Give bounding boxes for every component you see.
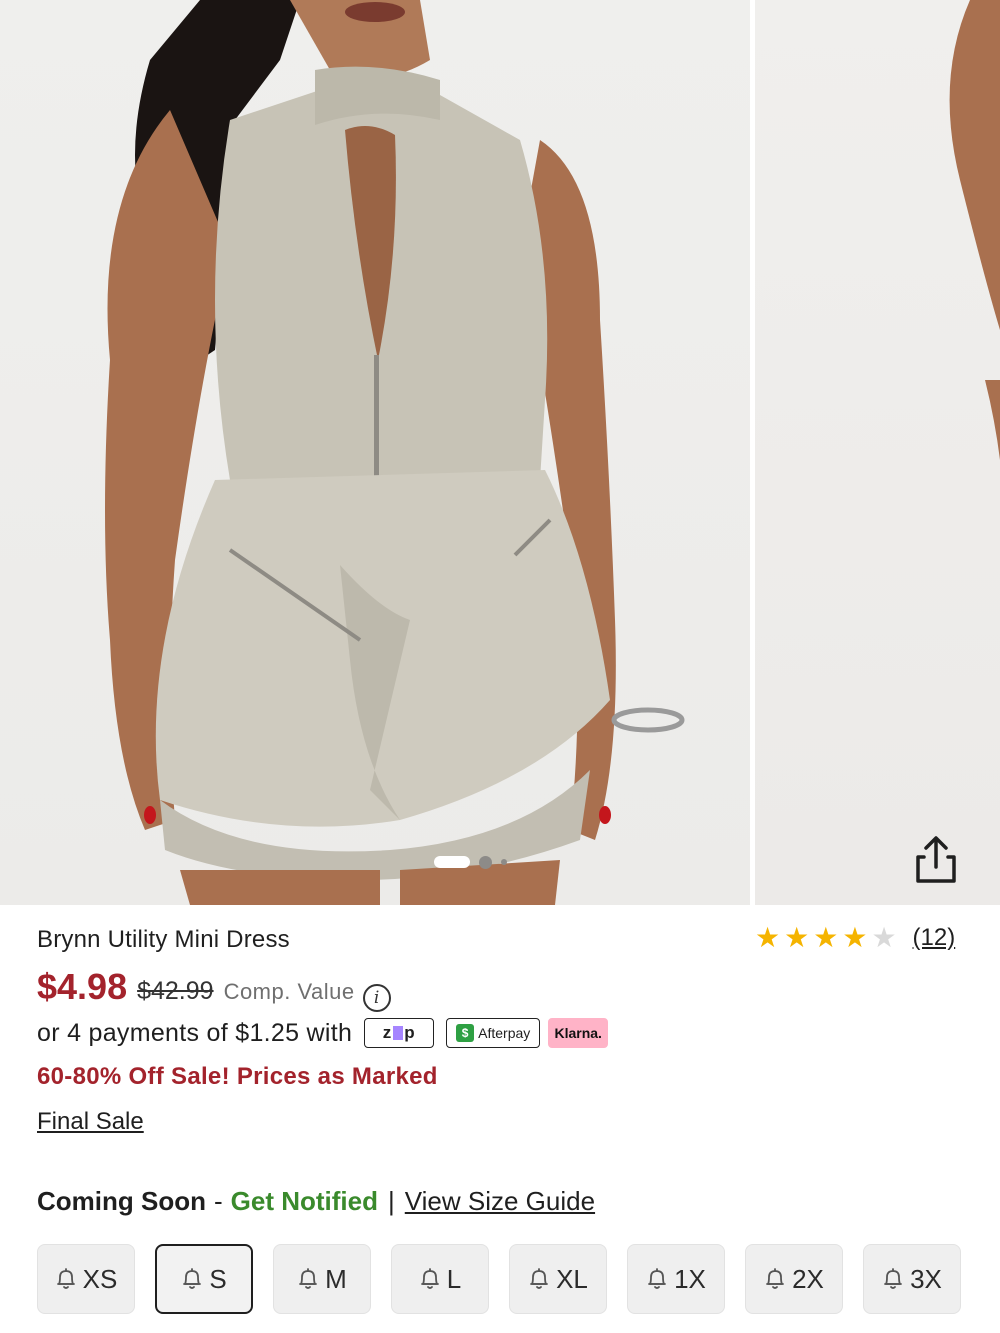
star-filled-icon: ★: [755, 922, 781, 953]
size-option-l[interactable]: L: [391, 1244, 489, 1314]
size-label: 2X: [792, 1263, 824, 1294]
product-title: Brynn Utility Mini Dress: [37, 926, 290, 953]
installment-payments: or 4 payments of $1.25 with zp $ Afterpa…: [37, 1018, 609, 1048]
size-option-3x[interactable]: 3X: [863, 1244, 961, 1314]
zip-badge[interactable]: zp: [364, 1018, 435, 1048]
gallery-pagination: [434, 855, 507, 869]
product-rating[interactable]: ★ ★ ★ ★ ★ (12): [755, 924, 955, 952]
separator-dash: -: [213, 1186, 223, 1216]
zip-logo-icon: zp: [382, 1023, 416, 1042]
size-label: M: [325, 1263, 347, 1294]
size-guide-link[interactable]: View Size Guide: [405, 1186, 595, 1217]
afterpay-badge[interactable]: $ Afterpay: [446, 1018, 541, 1048]
size-label: 3X: [910, 1263, 942, 1294]
bell-icon: [299, 1268, 318, 1289]
star-filled-icon: ★: [842, 922, 868, 953]
installment-text: or 4 payments of $1.25 with: [37, 1018, 353, 1047]
size-option-1x[interactable]: 1X: [627, 1244, 725, 1314]
klarna-badge[interactable]: Klarna.: [548, 1018, 609, 1048]
bell-icon: [884, 1268, 902, 1289]
size-option-xl[interactable]: XL: [509, 1244, 607, 1314]
get-notified-link[interactable]: Get Notified: [231, 1186, 378, 1217]
size-option-xs[interactable]: XS: [37, 1244, 135, 1314]
bell-icon: [648, 1268, 666, 1289]
info-icon[interactable]: i: [362, 984, 391, 1012]
pagination-dot-active[interactable]: [434, 856, 470, 868]
bell-icon: [766, 1268, 784, 1289]
rating-stars: ★ ★ ★ ★ ★: [755, 924, 897, 952]
afterpay-logo-icon: $: [456, 1024, 475, 1042]
sale-price: $4.98: [37, 966, 128, 1007]
size-label: 1X: [674, 1263, 706, 1294]
size-label: XL: [556, 1263, 588, 1294]
bell-icon: [420, 1268, 439, 1289]
afterpay-label: Afterpay: [478, 1025, 531, 1041]
star-filled-icon: ★: [784, 922, 810, 953]
product-image-main[interactable]: [0, 0, 750, 905]
review-count-link[interactable]: (12): [913, 924, 956, 952]
original-price: $42.99: [137, 977, 214, 1005]
size-selector: XS S M L XL 1X 2X 3X: [37, 1244, 961, 1314]
separator-pipe: |: [388, 1186, 395, 1216]
product-image-gallery[interactable]: [0, 0, 1000, 905]
bell-icon: [183, 1268, 202, 1289]
share-icon: [916, 836, 956, 883]
size-option-s[interactable]: S: [155, 1244, 253, 1314]
comp-value-label: Comp. Value: [223, 979, 355, 1004]
bell-icon: [530, 1268, 548, 1289]
size-section-header: Coming Soon - Get Notified | View Size G…: [37, 1186, 595, 1217]
pagination-dot[interactable]: [479, 855, 492, 869]
promo-message: 60-80% Off Sale! Prices as Marked: [37, 1063, 438, 1090]
model-photo-partial-illustration: [949, 0, 1000, 460]
model-photo-illustration: [105, 0, 685, 905]
final-sale-link[interactable]: Final Sale: [37, 1108, 144, 1136]
share-button[interactable]: [908, 832, 964, 888]
pagination-dot[interactable]: [501, 859, 507, 865]
bell-icon: [56, 1268, 75, 1289]
size-option-m[interactable]: M: [273, 1244, 371, 1314]
size-label: L: [446, 1263, 462, 1294]
size-label: S: [209, 1263, 227, 1294]
product-image-next[interactable]: [755, 0, 1000, 905]
star-filled-icon: ★: [813, 922, 839, 953]
price-row: $4.98 $42.99 Comp. Value i: [37, 966, 391, 1012]
size-option-2x[interactable]: 2X: [745, 1244, 843, 1314]
availability-status: Coming Soon: [37, 1186, 206, 1216]
star-empty-icon: ★: [871, 922, 897, 953]
size-label: XS: [82, 1263, 118, 1294]
